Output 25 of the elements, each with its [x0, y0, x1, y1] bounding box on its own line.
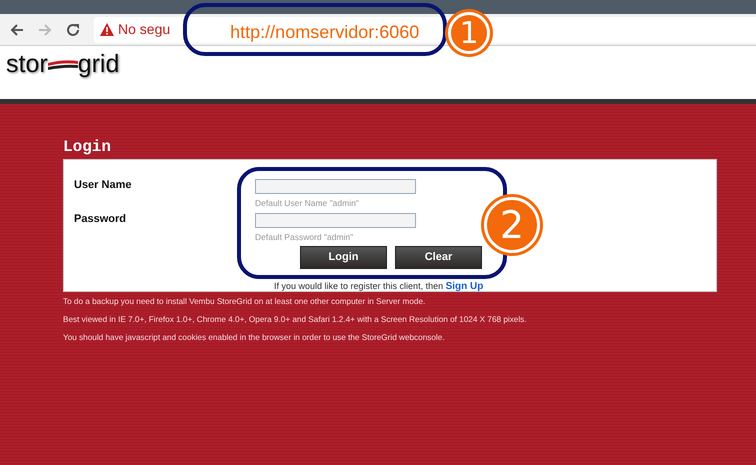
field-hint: Default User Name "admin": [255, 198, 360, 209]
field-label: User Name: [74, 178, 132, 193]
warning-icon: [100, 23, 114, 36]
back-icon[interactable]: [10, 22, 24, 36]
field-hint: Default Password "admin": [255, 232, 354, 243]
field-label: Password: [74, 212, 127, 227]
clear-button[interactable]: Clear: [395, 246, 482, 269]
logo-text: grid: [78, 52, 120, 77]
security-label: No segu: [118, 20, 170, 39]
reload-icon[interactable]: [66, 22, 80, 36]
input-field[interactable]: [255, 212, 416, 228]
forward-icon[interactable]: [38, 22, 52, 36]
logo-icon: [48, 58, 78, 70]
sign-up-link[interactable]: Sign Up: [446, 281, 484, 292]
info-text: You should have javascript and cookies enabled in the browser in order to use the StoreGrid webconsole.: [63, 332, 446, 343]
login-button[interactable]: Login: [300, 246, 387, 269]
login-title: Login: [63, 138, 112, 156]
logo-text: stor: [6, 52, 48, 77]
url-annotation: http://nomservidor:6060: [230, 21, 420, 44]
input-field[interactable]: [255, 178, 416, 194]
callout-number: 1: [448, 12, 490, 54]
info-text: Best viewed in IE 7.0+, Firefox 1.0+, Chrome 4.0+, Opera 9.0+ and Safari 1.2.4+ with a Screen Resolution of 1024 X 768 pixels.: [63, 314, 528, 325]
callout-number: 2: [484, 197, 540, 253]
register-text: If you would like to register this client, then Sign Up: [274, 280, 484, 294]
info-text: To do a backup you need to install Vembu StoreGrid on at least one other computer in Server mode.: [63, 296, 426, 307]
